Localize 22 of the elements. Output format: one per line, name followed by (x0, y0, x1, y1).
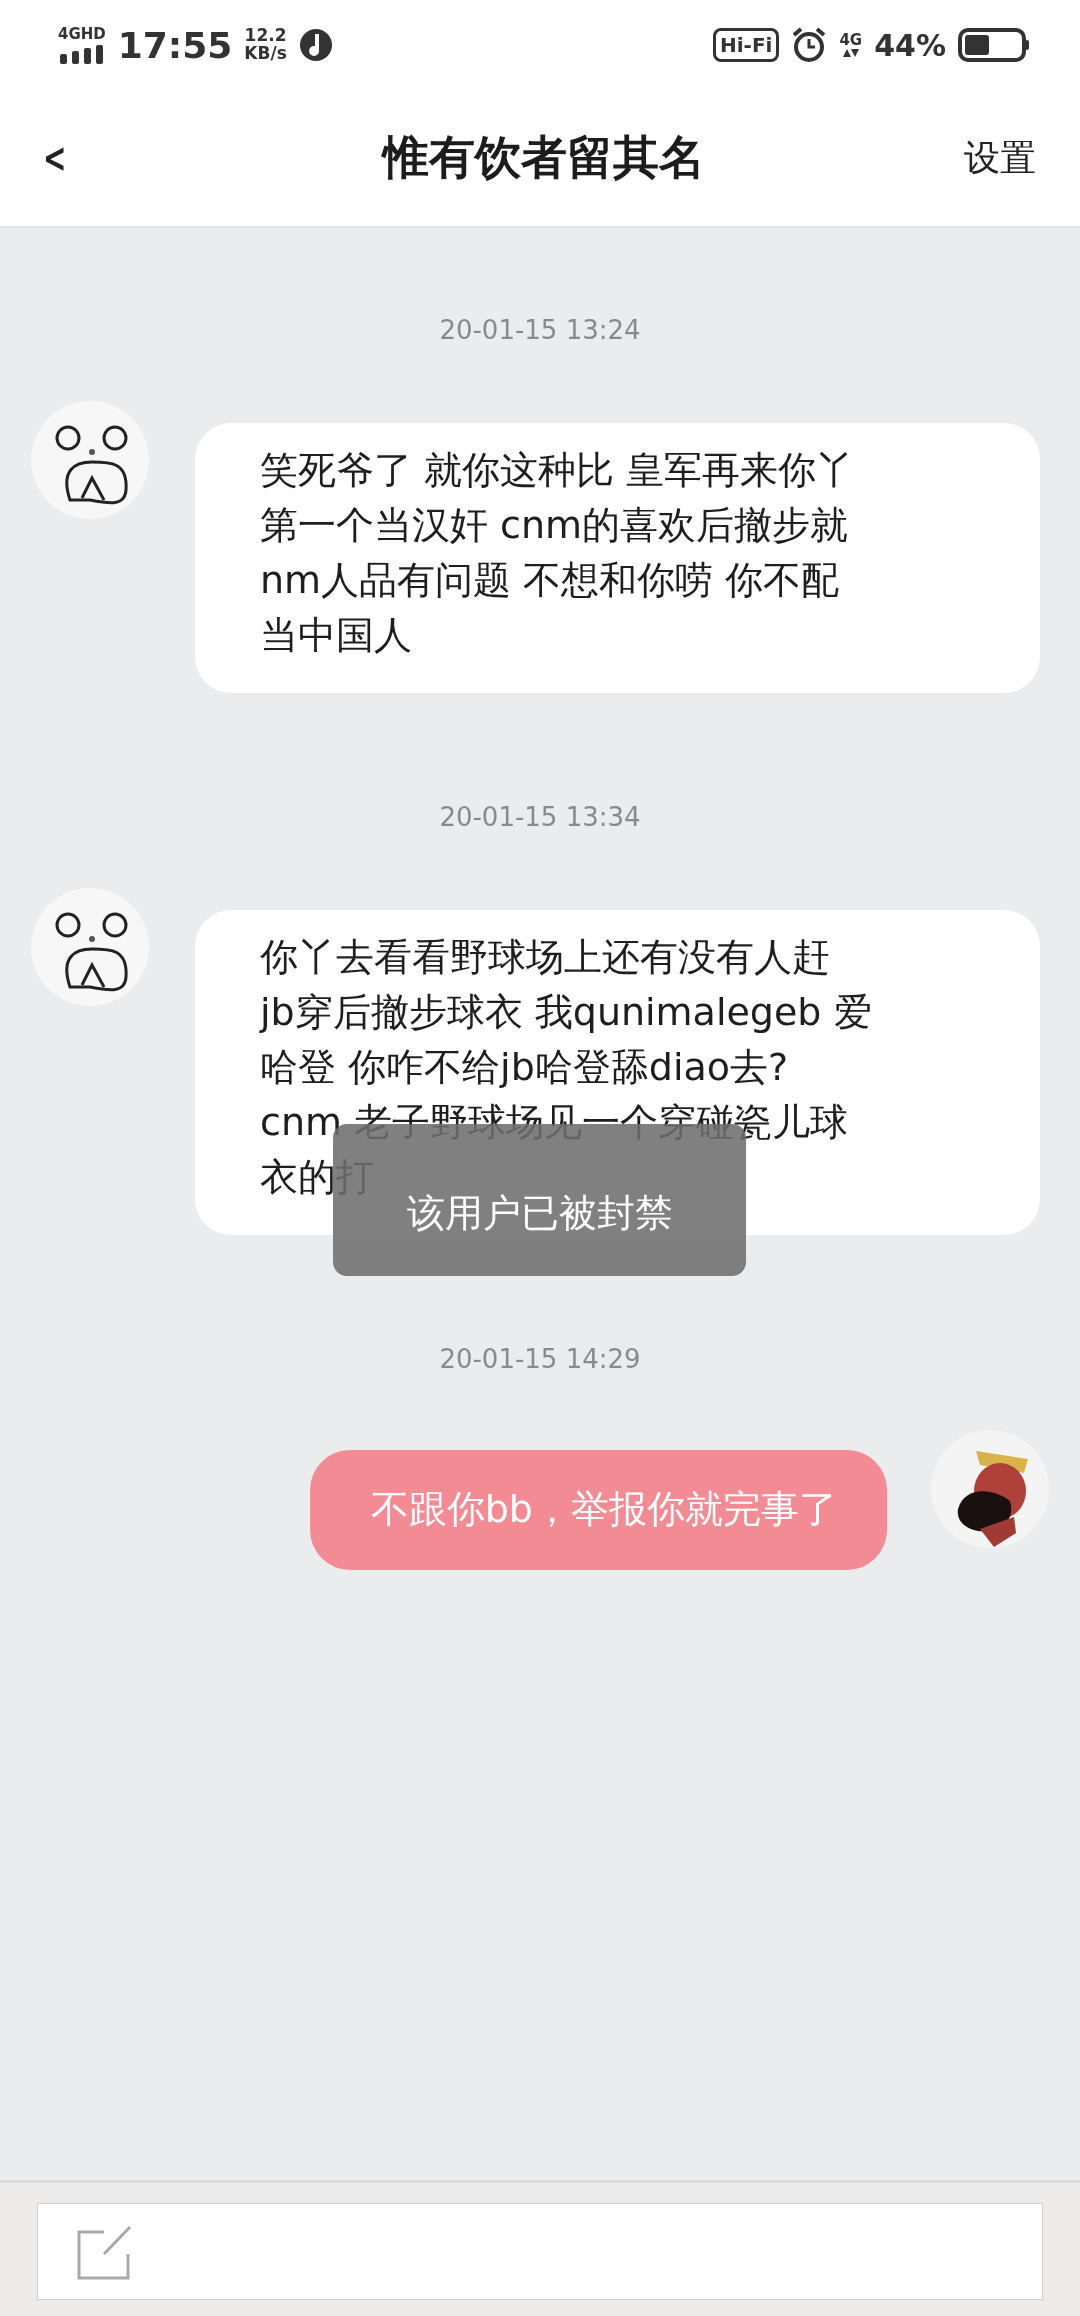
message-input-field[interactable] (37, 2203, 1043, 2300)
back-button[interactable]: < (43, 135, 85, 181)
network-label: 4GHD (58, 26, 106, 42)
music-note-icon (298, 28, 333, 62)
message-timestamp: 20-01-15 13:24 (439, 314, 641, 347)
settings-button[interactable]: 设置 (964, 133, 1050, 183)
message-timestamp: 20-01-15 13:34 (439, 801, 641, 834)
speed-unit: KB/s (244, 45, 287, 63)
message-timestamp: 20-01-15 14:29 (439, 1343, 641, 1376)
alarm-icon (791, 27, 828, 63)
battery-icon (958, 28, 1030, 62)
hifi-badge: Hi-Fi (713, 28, 780, 62)
compose-icon (76, 2223, 132, 2280)
chat-title: 惟有饮者留其名 (380, 129, 706, 186)
data-arrows-icon (841, 47, 860, 58)
speed-value: 12.2 (244, 27, 287, 45)
clock-time: 17:55 (117, 24, 233, 66)
message-bubble: 不跟你bb，举报你就完事了 (309, 1450, 887, 1570)
battery-percent: 44% (874, 27, 946, 63)
data-label: 4G (839, 32, 863, 48)
signal-icon (59, 43, 104, 64)
message-bubble: 笑死爷了 就你这种比 皇军再来你丫 第一个当汉奸 cnm的喜欢后撤步就 nm人品有问题 不想和你唠 你不配 当中国人 (195, 423, 1040, 693)
